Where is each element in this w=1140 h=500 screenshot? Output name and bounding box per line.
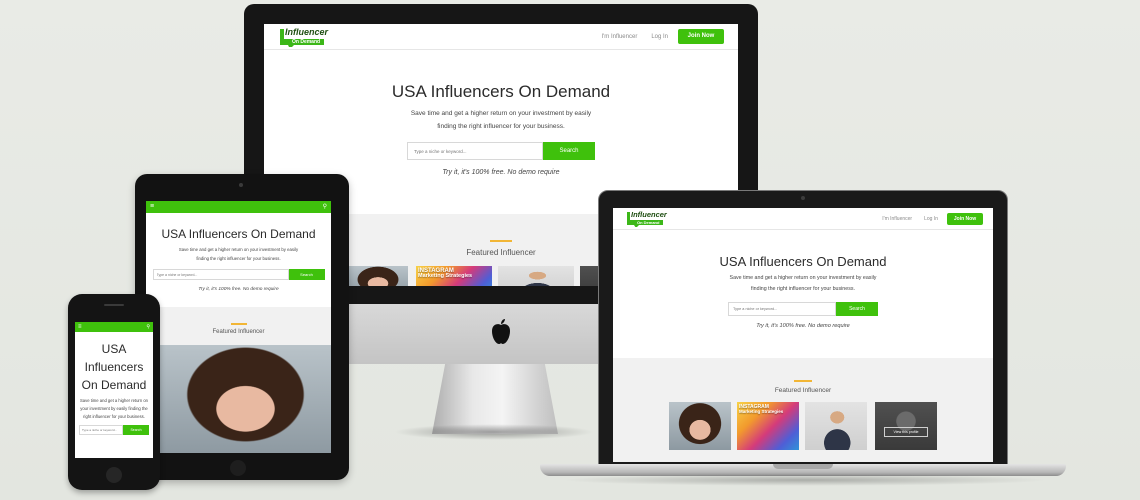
tablet-hero-line-2: finding the right influencer for your bu… (196, 256, 281, 261)
phone-search-input[interactable] (79, 424, 123, 435)
hero-line-1: Save time and get a higher return on you… (410, 110, 592, 117)
laptop-instagram-subheading: Marketing Strategies (739, 409, 784, 415)
phone-menu-bar: ≡ ⚲ (75, 322, 153, 332)
tablet-search-form: Search (152, 269, 325, 280)
tablet-screen: ≡ ⚲ USA Influencers On Demand Save time … (146, 201, 331, 453)
laptop-device: Influencer On Demand I'm Influencer Log … (540, 190, 1070, 490)
laptop-search-input[interactable] (728, 302, 836, 316)
phone-hamburger-menu-icon[interactable]: ≡ (78, 322, 82, 332)
phone-home-button (106, 467, 122, 483)
phone-speaker (104, 304, 124, 306)
laptop-search-form: Search (728, 302, 878, 316)
hamburger-menu-icon[interactable]: ≡ (150, 201, 154, 213)
tablet-hero-title: USA Influencers On Demand (161, 227, 316, 241)
laptop-site-logo[interactable]: Influencer On Demand (627, 210, 667, 227)
search-button[interactable]: Search (543, 142, 595, 160)
laptop-hero-line-2: finding the right influencer for your bu… (751, 286, 855, 292)
laptop-influencer-card-2[interactable]: INSTAGRAM Marketing Strategies (737, 402, 799, 450)
phone-search-form: Search (79, 424, 149, 435)
laptop-nav-im-influencer-link[interactable]: I'm Influencer (882, 216, 912, 222)
tablet-featured-title: Featured Influencer (212, 328, 265, 335)
tablet-influencer-card-1[interactable] (160, 345, 331, 453)
nav-links: I'm Influencer Log In Join Now (601, 29, 724, 44)
tablet-search-button[interactable]: Search (288, 269, 325, 280)
phone-device: ≡ ⚲ USA Influencers On Demand Save time … (68, 294, 160, 490)
laptop-screen: Influencer On Demand I'm Influencer Log … (613, 208, 993, 462)
laptop-logo-text-bottom: On Demand (637, 220, 660, 225)
laptop-nav-login-link[interactable]: Log In (924, 216, 938, 222)
logo-text-bottom: On Demand (292, 38, 321, 45)
influencer-card-2[interactable]: INSTAGRAM Marketing Strategies (416, 266, 492, 286)
laptop-hero-line-1: Save time and get a higher return on you… (729, 275, 877, 281)
site-header: Influencer On Demand I'm Influencer Log … (264, 24, 738, 50)
phone-hero-body: Save time and get a higher return on you… (80, 398, 148, 419)
laptop-search-button[interactable]: Search (836, 302, 878, 316)
featured-accent-line (490, 240, 512, 242)
view-profile-button[interactable]: View this profile (884, 427, 928, 437)
laptop-nav-links: I'm Influencer Log In Join Now (882, 212, 983, 225)
phone-search-button[interactable]: Search (123, 424, 149, 435)
tablet-camera (239, 183, 243, 187)
influencer-card-1[interactable] (348, 266, 408, 286)
phone-hero-section: USA Influencers On Demand Save time and … (75, 332, 153, 435)
laptop-camera (801, 196, 805, 200)
instagram-subheading: Marketing Strategies (418, 273, 473, 280)
tablet-hero-tagline: Try it, it's 100% free. No demo require (198, 287, 279, 292)
apple-logo-icon (488, 318, 514, 346)
tablet-hero-line-1: Save time and get a higher return on you… (178, 247, 299, 252)
hero-line-2: finding the right influencer for your bu… (437, 123, 565, 130)
nav-im-influencer-link[interactable]: I'm Influencer (601, 34, 637, 40)
hero-section: USA Influencers On Demand Save time and … (264, 50, 738, 176)
tablet-home-button (230, 460, 246, 476)
nav-login-link[interactable]: Log In (651, 34, 668, 40)
laptop-site-header: Influencer On Demand I'm Influencer Log … (613, 208, 993, 230)
tablet-device: ≡ ⚲ USA Influencers On Demand Save time … (135, 174, 349, 480)
search-icon[interactable]: ⚲ (323, 201, 327, 213)
tablet-menu-bar: ≡ ⚲ (146, 201, 331, 213)
laptop-hero-section: USA Influencers On Demand Save time and … (613, 230, 993, 329)
tablet-hero-section: USA Influencers On Demand Save time and … (146, 213, 331, 292)
laptop-influencer-card-3[interactable] (805, 402, 867, 450)
laptop-hero-title: USA Influencers On Demand (719, 254, 887, 269)
tablet-featured-accent-line (230, 323, 247, 325)
search-input[interactable] (407, 142, 543, 160)
tablet-search-input[interactable] (152, 269, 289, 280)
logo-text-top: Influencer (285, 26, 329, 37)
site-logo[interactable]: Influencer On Demand (280, 27, 328, 47)
join-now-button[interactable]: Join Now (678, 29, 724, 44)
tablet-featured-section: Featured Influencer (146, 307, 331, 453)
laptop-notch (773, 464, 833, 469)
laptop-hero-tagline: Try it, it's 100% free. No demo require (756, 323, 850, 329)
laptop-shadow (560, 474, 1050, 486)
phone-search-icon[interactable]: ⚲ (146, 322, 150, 332)
laptop-logo-text-top: Influencer (631, 210, 667, 219)
phone-hero-title: USA Influencers On Demand (81, 342, 147, 392)
laptop-featured-accent-line (794, 380, 812, 382)
phone-screen: ≡ ⚲ USA Influencers On Demand Save time … (75, 322, 153, 458)
hero-title: USA Influencers On Demand (391, 82, 611, 101)
search-form: Search (407, 142, 595, 160)
laptop-influencer-card-4[interactable]: View this profile (875, 402, 937, 450)
laptop-featured-title: Featured Influencer (774, 387, 832, 394)
laptop-featured-section: Featured Influencer INSTAGRAM Marketing … (613, 358, 993, 462)
laptop-join-now-button[interactable]: Join Now (947, 212, 983, 225)
laptop-influencer-card-1[interactable] (669, 402, 731, 450)
